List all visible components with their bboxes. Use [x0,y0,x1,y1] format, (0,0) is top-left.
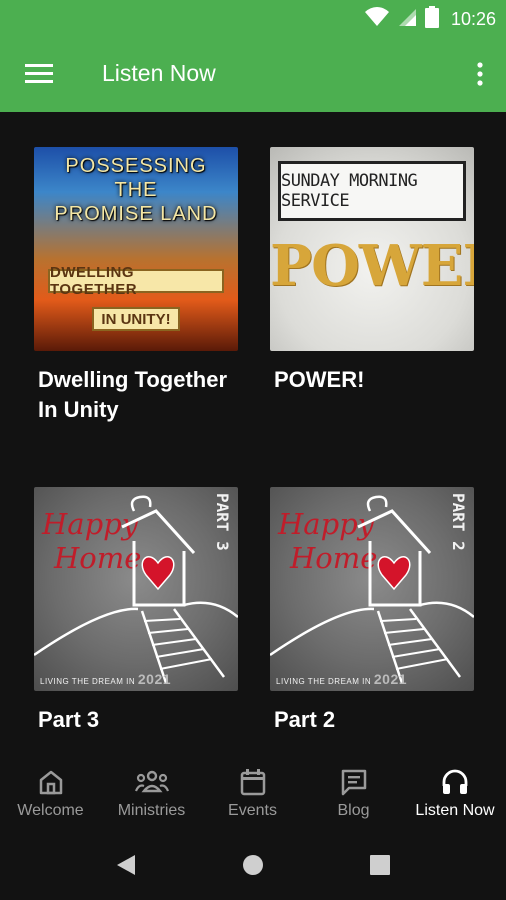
card-title[interactable]: POWER! [270,365,474,395]
recents-button[interactable] [360,850,400,880]
artwork-text: THE [114,179,158,201]
artwork-text: SUNDAY MORNING SERVICE [278,161,466,221]
groups-icon [134,770,169,793]
house-heart-illustration [34,495,238,684]
house-heart-illustration [270,495,474,684]
home-button[interactable] [233,850,273,880]
artwork-text: DWELLING TOGETHER [48,264,224,298]
artwork-text: PROMISE LAND [54,203,218,225]
artwork-text: IN UNITY! [92,307,180,331]
battery-icon [424,6,439,33]
menu-icon [25,64,53,83]
bottom-navigation: Welcome Ministries Events Blog Listen No… [0,748,506,828]
artwork-text: POWER! [270,233,474,299]
system-navigation-bar [0,828,506,900]
back-icon [117,855,135,875]
chat-icon [341,769,366,796]
home-icon [39,770,62,795]
signal-icon [397,7,417,32]
nav-item-welcome[interactable]: Welcome [0,748,101,828]
card-title[interactable]: Dwelling Together In Unity [34,365,238,425]
nav-item-blog[interactable]: Blog [303,748,404,828]
sermon-artwork[interactable]: SUNDAY MORNING SERVICE POWER! [270,147,474,351]
artwork-footer: LIVING THE DREAM IN 2021 [276,671,407,687]
artwork-text: LIVING THE DREAM IN [40,677,136,686]
artwork-text: LIVING THE DREAM IN [276,677,372,686]
sermon-card[interactable]: SUNDAY MORNING SERVICE POWER! POWER! [270,147,474,395]
overflow-menu-button[interactable] [466,58,494,90]
sermon-artwork[interactable]: Happy Home PART 3 LIVING THE DREAM IN 20… [34,487,238,691]
card-title[interactable]: Part 2 [270,705,474,735]
headphones-icon [442,769,468,794]
nav-label: Events [228,802,277,819]
wifi-icon [364,7,389,32]
artwork-year: 2021 [137,671,172,687]
nav-item-events[interactable]: Events [202,748,303,828]
status-bar: 10:26 [0,0,506,36]
card-title[interactable]: Part 3 [34,705,238,735]
page-title: Listen Now [102,60,216,86]
calendar-icon [240,769,265,796]
home-circle-icon [243,855,263,875]
status-icons: 10:26 [364,6,496,33]
status-time: 10:26 [450,9,496,29]
nav-label: Blog [337,802,370,819]
artwork-year: 2021 [373,671,408,687]
sermon-card[interactable]: Happy Home PART 2 LIVING THE DREAM IN 20… [270,487,474,735]
nav-item-ministries[interactable]: Ministries [101,748,202,828]
more-vert-icon [477,62,483,86]
sermon-card[interactable]: Happy Home PART 3 LIVING THE DREAM IN 20… [34,487,238,735]
sermon-card[interactable]: POSSESSING THE PROMISE LAND DWELLING TOG… [34,147,238,425]
nav-label: Ministries [117,802,186,819]
nav-label: Listen Now [415,802,495,819]
recents-icon [370,855,390,875]
menu-button[interactable] [18,58,60,90]
sermon-artwork[interactable]: Happy Home PART 2 LIVING THE DREAM IN 20… [270,487,474,691]
artwork-text: POSSESSING [65,155,207,177]
nav-label: Welcome [17,802,84,819]
nav-item-listen-now[interactable]: Listen Now [404,748,506,828]
sermon-grid[interactable]: POSSESSING THE PROMISE LAND DWELLING TOG… [0,112,506,748]
sermon-artwork[interactable]: POSSESSING THE PROMISE LAND DWELLING TOG… [34,147,238,351]
artwork-footer: LIVING THE DREAM IN 2021 [40,671,171,687]
back-button[interactable] [106,850,146,880]
app-bar: Listen Now [0,36,506,112]
